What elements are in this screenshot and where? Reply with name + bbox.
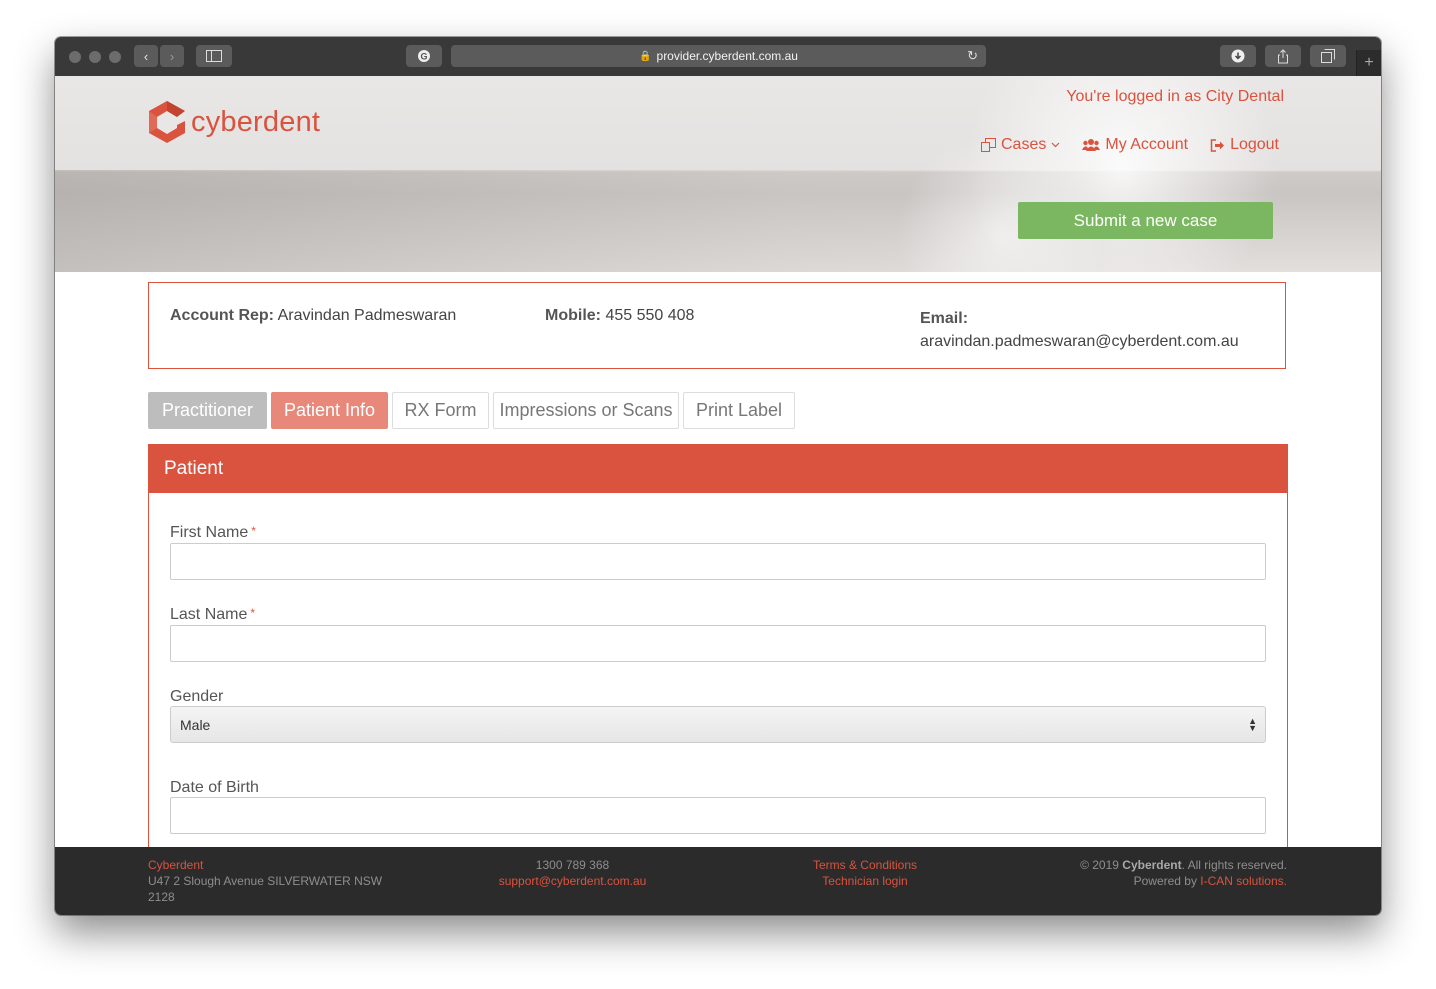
footer-address: U47 2 Slough Avenue SILVERWATER NSW 2128 xyxy=(148,874,383,904)
reload-icon[interactable]: ↻ xyxy=(967,48,978,64)
share-button[interactable] xyxy=(1265,45,1301,67)
cyberdent-logo[interactable]: cyberdent xyxy=(147,99,320,145)
lock-icon: 🔒 xyxy=(639,50,652,62)
copyright-text: © 2019 Cyberdent. All rights reserved. xyxy=(1080,858,1287,872)
tab-practitioner[interactable]: Practitioner xyxy=(148,392,267,429)
logged-in-status: You're logged in as City Dental xyxy=(1066,88,1284,105)
dob-label: Date of Birth xyxy=(170,779,259,796)
nav-my-account-label: My Account xyxy=(1105,136,1189,153)
copy-icon xyxy=(981,138,996,152)
account-rep-label: Account Rep: xyxy=(170,307,274,324)
sign-out-icon xyxy=(1210,138,1225,152)
browser-toolbar: ‹ › G 🔒 provider.cyberdent.com.au ↻ + xyxy=(55,37,1381,77)
last-name-field[interactable] xyxy=(170,625,1266,662)
grammarly-icon: G xyxy=(418,50,430,62)
tabs-overview-button[interactable] xyxy=(1310,45,1346,67)
main-content: Account Rep: Aravindan Padmeswaran Mobil… xyxy=(55,272,1381,847)
submit-new-case-button[interactable]: Submit a new case xyxy=(1018,202,1273,239)
nav-logout[interactable]: Logout xyxy=(1210,136,1279,154)
footer-copyright: © 2019 Cyberdent. All rights reserved. P… xyxy=(1080,857,1287,889)
footer-company: Cyberdent U47 2 Slough Avenue SILVERWATE… xyxy=(148,857,398,905)
email-value: aravindan.padmeswaran@cyberdent.com.au xyxy=(920,333,1239,350)
users-icon xyxy=(1082,139,1101,151)
account-rep: Account Rep: Aravindan Padmeswaran xyxy=(170,307,456,325)
gender-selected-value: Male xyxy=(180,716,211,733)
tabs-icon xyxy=(1321,49,1335,63)
cube-logo-icon xyxy=(149,101,185,143)
mobile-value: 455 550 408 xyxy=(605,307,695,324)
forward-button[interactable]: › xyxy=(160,45,184,67)
minimize-window-button[interactable] xyxy=(89,51,101,63)
chevron-right-icon: › xyxy=(169,48,175,64)
required-marker: * xyxy=(250,606,256,620)
powered-by-link[interactable]: I-CAN solutions. xyxy=(1200,874,1287,888)
site-footer: Cyberdent U47 2 Slough Avenue SILVERWATE… xyxy=(55,847,1381,915)
tab-rx-form[interactable]: RX Form xyxy=(392,392,489,429)
main-nav: Cases My Account Logout xyxy=(981,136,1279,154)
plus-icon: + xyxy=(1364,54,1374,71)
close-window-button[interactable] xyxy=(69,51,81,63)
url-text: provider.cyberdent.com.au xyxy=(656,49,798,63)
chevron-left-icon: ‹ xyxy=(143,48,149,64)
account-rep-email: Email: aravindan.padmeswaran@cyberdent.c… xyxy=(920,307,1239,353)
download-icon xyxy=(1231,49,1245,63)
share-icon xyxy=(1278,48,1288,63)
chevron-down-icon xyxy=(1051,142,1060,148)
first-name-field[interactable] xyxy=(170,543,1266,580)
downloads-button[interactable] xyxy=(1220,45,1256,67)
patient-panel: Patient First Name * Last Name * Gender Ma… xyxy=(148,444,1288,847)
last-name-label: Last Name * xyxy=(170,606,256,623)
powered-by: Powered by I-CAN solutions. xyxy=(1133,874,1287,888)
gender-select[interactable]: Male ▲ ▼ xyxy=(170,706,1266,743)
email-label: Email: xyxy=(920,310,969,327)
account-rep-mobile: Mobile: 455 550 408 xyxy=(545,307,694,325)
required-marker: * xyxy=(251,524,256,538)
site-header: cyberdent You're logged in as City Denta… xyxy=(55,76,1381,272)
svg-text:G: G xyxy=(420,52,427,62)
first-name-label: First Name * xyxy=(170,524,256,541)
footer-email-link[interactable]: support@cyberdent.com.au xyxy=(495,873,650,889)
new-tab-button[interactable]: + xyxy=(1356,50,1381,76)
select-arrows-icon: ▲ ▼ xyxy=(1248,716,1257,733)
footer-phone: 1300 789 368 xyxy=(535,858,610,872)
footer-company-name[interactable]: Cyberdent xyxy=(148,857,398,873)
extension-button[interactable]: G xyxy=(406,45,442,67)
tab-impressions-or-scans[interactable]: Impressions or Scans xyxy=(493,392,679,429)
browser-window: ‹ › G 🔒 provider.cyberdent.com.au ↻ + cy… xyxy=(55,37,1381,915)
footer-links: Terms & Conditions Technician login xyxy=(790,857,940,889)
nav-my-account[interactable]: My Account xyxy=(1082,136,1188,154)
mobile-label: Mobile: xyxy=(545,307,601,324)
gender-label: Gender xyxy=(170,688,224,705)
zoom-window-button[interactable] xyxy=(109,51,121,63)
account-rep-box: Account Rep: Aravindan Padmeswaran Mobil… xyxy=(148,282,1286,369)
address-bar[interactable]: 🔒 provider.cyberdent.com.au ↻ xyxy=(451,45,986,67)
date-of-birth-field[interactable] xyxy=(170,797,1266,834)
nav-cases[interactable]: Cases xyxy=(981,136,1060,154)
form-tabs: Practitioner Patient Info RX Form Impres… xyxy=(148,392,795,429)
tab-patient-info[interactable]: Patient Info xyxy=(271,392,388,429)
sidebar-toggle-button[interactable] xyxy=(196,45,232,67)
nav-logout-label: Logout xyxy=(1230,136,1279,153)
technician-login-link[interactable]: Technician login xyxy=(790,873,940,889)
panel-title: Patient xyxy=(149,445,1287,493)
nav-cases-label: Cases xyxy=(1001,136,1047,153)
back-button[interactable]: ‹ xyxy=(134,45,158,67)
sidebar-icon xyxy=(206,50,222,62)
footer-contact: 1300 789 368 support@cyberdent.com.au xyxy=(495,857,650,889)
terms-link[interactable]: Terms & Conditions xyxy=(790,857,940,873)
logo-wordmark: cyberdent xyxy=(191,105,321,138)
tab-print-label[interactable]: Print Label xyxy=(683,392,795,429)
account-rep-name: Aravindan Padmeswaran xyxy=(277,307,457,324)
